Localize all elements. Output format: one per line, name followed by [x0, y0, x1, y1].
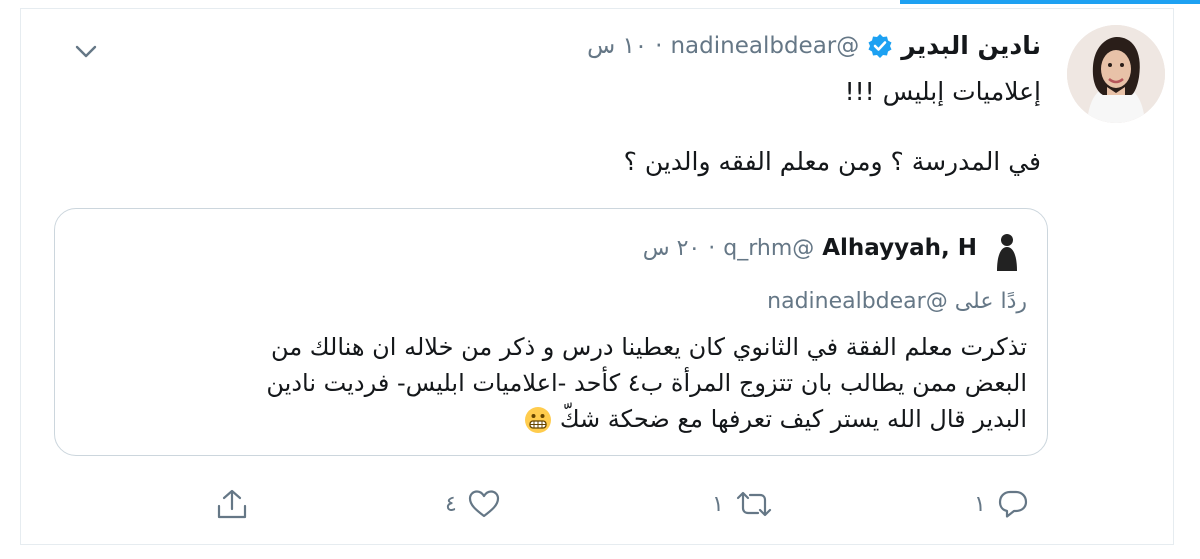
quoted-author-name[interactable]: Alhayyah, H [822, 235, 977, 261]
tweet-text-line-2: في المدرسة ؟ ومن معلم الفقه والدين ؟ [623, 147, 1041, 176]
quoted-author-handle[interactable]: @q_rhm [723, 236, 814, 261]
like-button[interactable]: ٤ [445, 488, 501, 520]
tweet-card[interactable]: نادين البدير @nadinealbdear · ١٠ س إعلام… [20, 8, 1174, 544]
quoted-separator-dot: · [708, 235, 716, 261]
separator-dot: · [655, 32, 663, 59]
heart-icon [468, 490, 499, 518]
grimacing-face-emoji-icon [525, 407, 552, 433]
share-button[interactable] [214, 488, 250, 522]
retweet-button[interactable]: ١ [712, 488, 774, 520]
quoted-body: تذكرت معلم الفقة في الثانوي كان يعطينا د… [87, 329, 1027, 437]
quoted-line-1: تذكرت معلم الفقة في الثانوي كان يعطينا د… [271, 333, 1027, 361]
quoted-line-3-wrap: البدير قال الله يستر كيف تعرفها مع ضحكة … [87, 401, 1027, 437]
quoted-line-3: البدير قال الله يستر كيف تعرفها مع ضحكة … [559, 405, 1027, 433]
tweet-text-line-1: إعلاميات إبليس !!! [844, 77, 1041, 106]
reply-icon [998, 490, 1027, 518]
chevron-down-icon[interactable] [71, 39, 101, 63]
tweet-header: نادين البدير @nadinealbdear · ١٠ س [587, 31, 1041, 60]
reply-context: ردًا على @nadinealbdear [767, 289, 1027, 314]
reply-mention-link[interactable]: @nadinealbdear [767, 289, 948, 314]
like-count: ٤ [445, 491, 457, 517]
avatar[interactable] [1067, 25, 1165, 123]
quoted-time[interactable]: ٢٠ س [643, 236, 701, 261]
quoted-avatar[interactable] [991, 231, 1023, 271]
retweet-count: ١ [712, 491, 724, 517]
reply-count: ١ [974, 491, 986, 517]
quoted-tweet[interactable]: Alhayyah, H @q_rhm · ٢٠ س ردًا على @nadi… [54, 208, 1048, 456]
share-icon [217, 489, 247, 519]
quoted-header: Alhayyah, H @q_rhm · ٢٠ س [643, 235, 977, 261]
author-name[interactable]: نادين البدير [901, 31, 1041, 60]
author-handle[interactable]: @nadinealbdear [670, 33, 859, 59]
tweet-actions: ١ ١ ٤ [0, 488, 1200, 528]
verified-badge-icon [867, 33, 893, 59]
tweet-time[interactable]: ١٠ س [587, 33, 647, 59]
reply-prefix: ردًا على [954, 289, 1027, 314]
divider [20, 544, 1174, 545]
quoted-line-2: البعض ممن يطالب بان تتزوج المرأة ب٤ كأحد… [266, 369, 1027, 397]
top-accent-bar [900, 0, 1200, 4]
reply-button[interactable]: ١ [974, 488, 1030, 520]
retweet-icon [736, 491, 771, 517]
